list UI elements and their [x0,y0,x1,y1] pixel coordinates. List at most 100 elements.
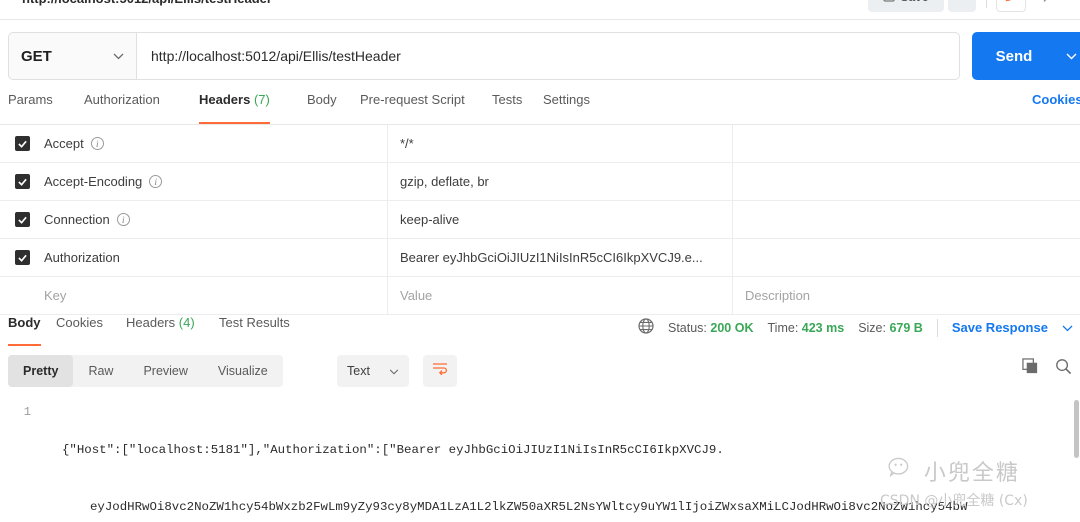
info-icon[interactable]: i [149,175,163,188]
send-button[interactable]: Send [972,32,1056,80]
header-value-cell[interactable]: Bearer eyJhbGciOiJIUzI1NiIsInR5cCI6IkpXV… [388,238,733,277]
time-value: 423 ms [801,320,845,335]
tab-label: Tests [492,92,523,107]
send-button-label: Send [995,47,1033,65]
code-content[interactable]: {"Host":["localhost:5181"],"Authorizatio… [62,403,1072,522]
tab-label: Test Results [219,315,290,330]
table-row[interactable]: Connection i keep-alive [0,200,1080,239]
body-toolbar-actions [1022,358,1072,380]
save-button-label: Save [900,0,928,4]
body-view-pretty[interactable]: Pretty [8,355,74,387]
header-enabled-checkbox[interactable] [0,174,44,189]
response-tab-cookies[interactable]: Cookies [56,315,103,343]
table-row[interactable]: Accept-Encoding i gzip, deflate, br [0,162,1080,201]
tab-label: Body [307,92,337,107]
globe-icon [638,318,654,337]
header-key-cell[interactable]: Authorization [44,238,388,277]
status-metric: Status: 200 OK [668,321,754,335]
header-description-cell[interactable] [733,163,1080,201]
info-icon[interactable]: i [90,137,104,150]
send-options-caret[interactable] [1056,32,1080,80]
http-method-selector[interactable]: GET [8,32,136,80]
response-body-code[interactable]: 1 {"Host":["localhost:5181"],"Authorizat… [0,398,1080,522]
top-divider [986,0,987,8]
body-view-segmented-control: Pretty Raw Preview Visualize [8,355,283,387]
word-wrap-icon [432,362,448,380]
header-description-cell[interactable] [733,239,1080,277]
response-tab-test-results[interactable]: Test Results [219,315,290,343]
search-icon[interactable] [1055,358,1072,380]
table-row-empty[interactable]: Key Value Description [0,276,1080,315]
header-value-cell[interactable]: keep-alive [388,200,733,239]
body-format-label: Text [347,364,370,378]
tab-label: Pre-request Script [360,92,465,107]
save-disk-icon [883,0,895,5]
header-key-cell[interactable]: Connection i [44,200,388,239]
response-tab-headers[interactable]: Headers (4) [126,315,195,343]
table-row[interactable]: Authorization Bearer eyJhbGciOiJIUzI1NiI… [0,238,1080,277]
request-url-bar: GET http://localhost:5012/api/Ellis/test… [0,32,1080,80]
tab-pre-request-script[interactable]: Pre-request Script [360,92,465,124]
body-view-visualize[interactable]: Visualize [203,355,283,387]
copy-icon[interactable] [1022,358,1039,380]
word-wrap-toggle[interactable] [423,355,457,387]
tab-authorization[interactable]: Authorization [84,92,160,124]
time-label: Time: [767,320,799,335]
header-description-cell[interactable] [733,125,1080,163]
tab-count: (7) [253,92,270,107]
chevron-down-icon [113,47,124,65]
tab-body[interactable]: Body [307,92,337,124]
tab-params[interactable]: Params [8,92,53,124]
size-metric: Size: 679 B [858,321,923,335]
header-key-cell[interactable]: Accept-Encoding i [44,162,388,201]
vertical-scrollbar[interactable] [1074,400,1079,458]
comment-button[interactable] [1034,0,1064,12]
body-view-preview[interactable]: Preview [128,355,202,387]
header-enabled-checkbox[interactable] [0,212,44,227]
edit-button[interactable] [996,0,1026,12]
time-metric: Time: 423 ms [768,321,845,335]
header-description-input[interactable]: Description [733,277,1080,315]
tab-label: Cookies [56,315,103,330]
status-label: Status: [668,320,707,335]
chevron-down-icon[interactable] [1062,321,1073,335]
postman-request-response-view: http://localhost:5012/api/Ellis/testHead… [0,0,1080,522]
cookies-link[interactable]: Cookies [1032,92,1080,107]
tab-label: Headers [126,315,176,330]
header-value-cell[interactable]: gzip, deflate, br [388,162,733,201]
body-view-raw[interactable]: Raw [73,355,128,387]
header-key-input[interactable]: Key [44,276,388,315]
top-bar-strip: http://localhost:5012/api/Ellis/testHead… [0,0,1080,20]
response-tab-body[interactable]: Body [8,315,41,346]
header-enabled-checkbox[interactable] [0,136,44,151]
table-row[interactable]: Accept i */* [0,124,1080,163]
header-key-cell[interactable]: Accept i [44,124,388,163]
save-options-caret[interactable] [948,0,976,12]
url-input[interactable]: http://localhost:5012/api/Ellis/testHead… [136,32,960,80]
save-button[interactable]: Save [868,0,944,12]
tab-label: Authorization [84,92,160,107]
header-key-text: Authorization [44,250,120,265]
top-strip-divider [0,19,1080,20]
tab-settings[interactable]: Settings [543,92,590,124]
header-key-text: Accept-Encoding [44,174,143,189]
header-enabled-checkbox[interactable] [0,250,44,265]
header-key-text: Accept [44,136,84,151]
header-description-cell[interactable] [733,201,1080,239]
size-value: 679 B [889,320,923,335]
header-value-input[interactable]: Value [388,276,733,315]
chevron-down-icon [1066,47,1077,65]
size-label: Size: [858,320,886,335]
save-response-button[interactable]: Save Response [952,320,1048,335]
body-format-selector[interactable]: Text [337,355,409,387]
request-breadcrumb-title: http://localhost:5012/api/Ellis/testHead… [22,0,272,6]
header-value-cell[interactable]: */* [388,124,733,163]
tab-headers[interactable]: Headers (7) [199,92,270,124]
info-icon[interactable]: i [116,213,130,226]
headers-table: Accept i */* Accept-Encoding i gzip, def… [0,124,1080,315]
request-tab-bar: Params Authorization Headers (7) Body Pr… [0,92,1080,125]
tab-label: Params [8,92,53,107]
code-line: {"Host":["localhost:5181"],"Authorizatio… [62,443,724,457]
comment-bubble-icon [1042,0,1057,7]
tab-tests[interactable]: Tests [492,92,522,124]
